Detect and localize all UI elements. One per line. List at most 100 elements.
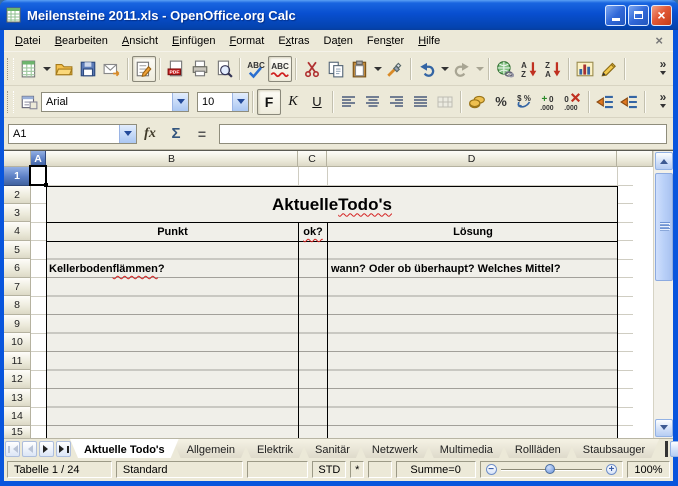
sheet-tab-sanitaer[interactable]: Sanitär: [301, 439, 364, 458]
format-paintbrush-button[interactable]: [383, 56, 407, 82]
row-header-14[interactable]: 14: [4, 407, 31, 426]
row-header-11[interactable]: 11: [4, 352, 31, 370]
scroll-up-button[interactable]: [655, 152, 673, 170]
menu-fenster[interactable]: Fenster: [360, 33, 411, 49]
export-pdf-button[interactable]: PDF: [164, 56, 188, 82]
row-header-5[interactable]: 5: [4, 241, 31, 259]
status-selection-mode[interactable]: STD: [312, 461, 346, 478]
close-button[interactable]: ×: [651, 5, 672, 26]
function-wizard-button[interactable]: fx: [137, 122, 163, 146]
italic-button[interactable]: K: [281, 89, 305, 115]
column-header-c[interactable]: C: [298, 151, 327, 167]
tab-scrollbar-splitter[interactable]: [665, 441, 668, 457]
zoom-slider-track[interactable]: [501, 469, 602, 470]
row-header-7[interactable]: 7: [4, 278, 31, 296]
merge-cells-button[interactable]: [433, 89, 457, 115]
document-close-icon[interactable]: ×: [649, 33, 669, 48]
hyperlink-button[interactable]: [493, 56, 517, 82]
copy-button[interactable]: [324, 56, 348, 82]
redo-dropdown[interactable]: [474, 56, 485, 82]
sort-ascending-button[interactable]: AZ: [517, 56, 541, 82]
zoom-in-icon[interactable]: +: [606, 464, 617, 475]
scroll-down-button[interactable]: [655, 419, 673, 437]
row-header-8[interactable]: 8: [4, 296, 31, 315]
undo-dropdown[interactable]: [439, 56, 450, 82]
row-header-10[interactable]: 10: [4, 333, 31, 352]
scroll-left-button[interactable]: [670, 441, 678, 457]
sum-button[interactable]: Σ: [163, 122, 189, 146]
standard-format-button[interactable]: $%: [513, 89, 537, 115]
new-document-button[interactable]: [17, 56, 41, 82]
sheet-tab-netzwerk[interactable]: Netzwerk: [358, 439, 432, 458]
vertical-scrollbar[interactable]: [653, 151, 673, 438]
edit-file-button[interactable]: [132, 56, 156, 82]
row-header-2[interactable]: 2: [4, 186, 31, 204]
row-header-3[interactable]: 3: [4, 204, 31, 222]
row-header-4[interactable]: 4: [4, 222, 31, 241]
toolbar-grip[interactable]: [7, 58, 14, 80]
font-size-combo[interactable]: 10: [197, 92, 249, 112]
column-header-b[interactable]: B: [46, 151, 298, 167]
zoom-slider[interactable]: − +: [480, 461, 623, 478]
next-sheet-button[interactable]: [39, 441, 54, 457]
horizontal-scrollbar[interactable]: [670, 441, 678, 458]
column-header-e-partial[interactable]: [617, 151, 653, 167]
previous-sheet-button[interactable]: [22, 441, 37, 457]
cells-area[interactable]: Aktuelle Todo's Punkt ok? Lösung Kellerb…: [31, 167, 653, 438]
maximize-button[interactable]: [628, 5, 649, 26]
cell-title-merged[interactable]: Aktuelle Todo's: [46, 186, 618, 223]
minimize-button[interactable]: [605, 5, 626, 26]
sheet-tab-aktuelle-todos[interactable]: Aktuelle Todo's: [70, 439, 179, 458]
paste-button[interactable]: [348, 56, 372, 82]
spellcheck-button[interactable]: ABC: [244, 56, 268, 82]
menu-daten[interactable]: Daten: [317, 33, 360, 49]
menu-hilfe[interactable]: Hilfe: [411, 33, 447, 49]
align-left-button[interactable]: [337, 89, 361, 115]
row-header-9[interactable]: 9: [4, 315, 31, 333]
sheet-tab-elektrik[interactable]: Elektrik: [243, 439, 307, 458]
menu-extras[interactable]: Extras: [271, 33, 316, 49]
row-header-15[interactable]: 15: [4, 426, 31, 438]
cell-b6-kellerboden[interactable]: Kellerboden flämmen?: [49, 260, 299, 278]
print-button[interactable]: [188, 56, 212, 82]
open-button[interactable]: [52, 56, 76, 82]
menu-ansicht[interactable]: Ansicht: [115, 33, 165, 49]
menu-einfuegen[interactable]: Einfügen: [165, 33, 222, 49]
font-name-combo[interactable]: Arial: [41, 92, 189, 112]
first-sheet-button[interactable]: [5, 441, 20, 457]
undo-button[interactable]: [415, 56, 439, 82]
paste-dropdown[interactable]: [372, 56, 383, 82]
status-sum[interactable]: Summe=0: [396, 461, 476, 478]
select-all-corner[interactable]: [4, 151, 31, 167]
row-header-12[interactable]: 12: [4, 370, 31, 389]
cell-d4-loesung[interactable]: Lösung: [328, 222, 618, 242]
cell-d6-wann[interactable]: wann? Oder ob überhaupt? Welches Mittel?: [331, 260, 618, 278]
zoom-out-icon[interactable]: −: [486, 464, 497, 475]
sheet-tab-multimedia[interactable]: Multimedia: [426, 439, 507, 458]
menu-bearbeiten[interactable]: Bearbeiten: [48, 33, 115, 49]
cut-button[interactable]: [300, 56, 324, 82]
delete-decimal-button[interactable]: 0.000: [561, 89, 585, 115]
email-button[interactable]: [100, 56, 124, 82]
new-document-dropdown[interactable]: [41, 56, 52, 82]
currency-format-button[interactable]: [465, 89, 489, 115]
row-header-1[interactable]: 1: [4, 167, 31, 186]
cell-reference-box[interactable]: A1: [8, 124, 137, 144]
cell-b4-punkt[interactable]: Punkt: [46, 222, 299, 242]
increase-indent-button[interactable]: [617, 89, 641, 115]
align-justify-button[interactable]: [409, 89, 433, 115]
row-header-6[interactable]: 6: [4, 259, 31, 278]
formula-input-line[interactable]: [219, 124, 667, 144]
toolbar-grip[interactable]: [7, 91, 14, 113]
redo-button[interactable]: [450, 56, 474, 82]
sheet-tab-allgemein[interactable]: Allgemein: [173, 439, 249, 458]
status-zoom-level[interactable]: 100%: [627, 461, 670, 478]
formula-button[interactable]: =: [189, 122, 215, 146]
row-header-13[interactable]: 13: [4, 389, 31, 407]
align-center-button[interactable]: [361, 89, 385, 115]
align-right-button[interactable]: [385, 89, 409, 115]
sort-descending-button[interactable]: ZA: [541, 56, 565, 82]
last-sheet-button[interactable]: [56, 441, 71, 457]
sheet-tab-rollladen[interactable]: Rollläden: [501, 439, 575, 458]
toolbar-overflow-button[interactable]: »: [655, 93, 671, 111]
